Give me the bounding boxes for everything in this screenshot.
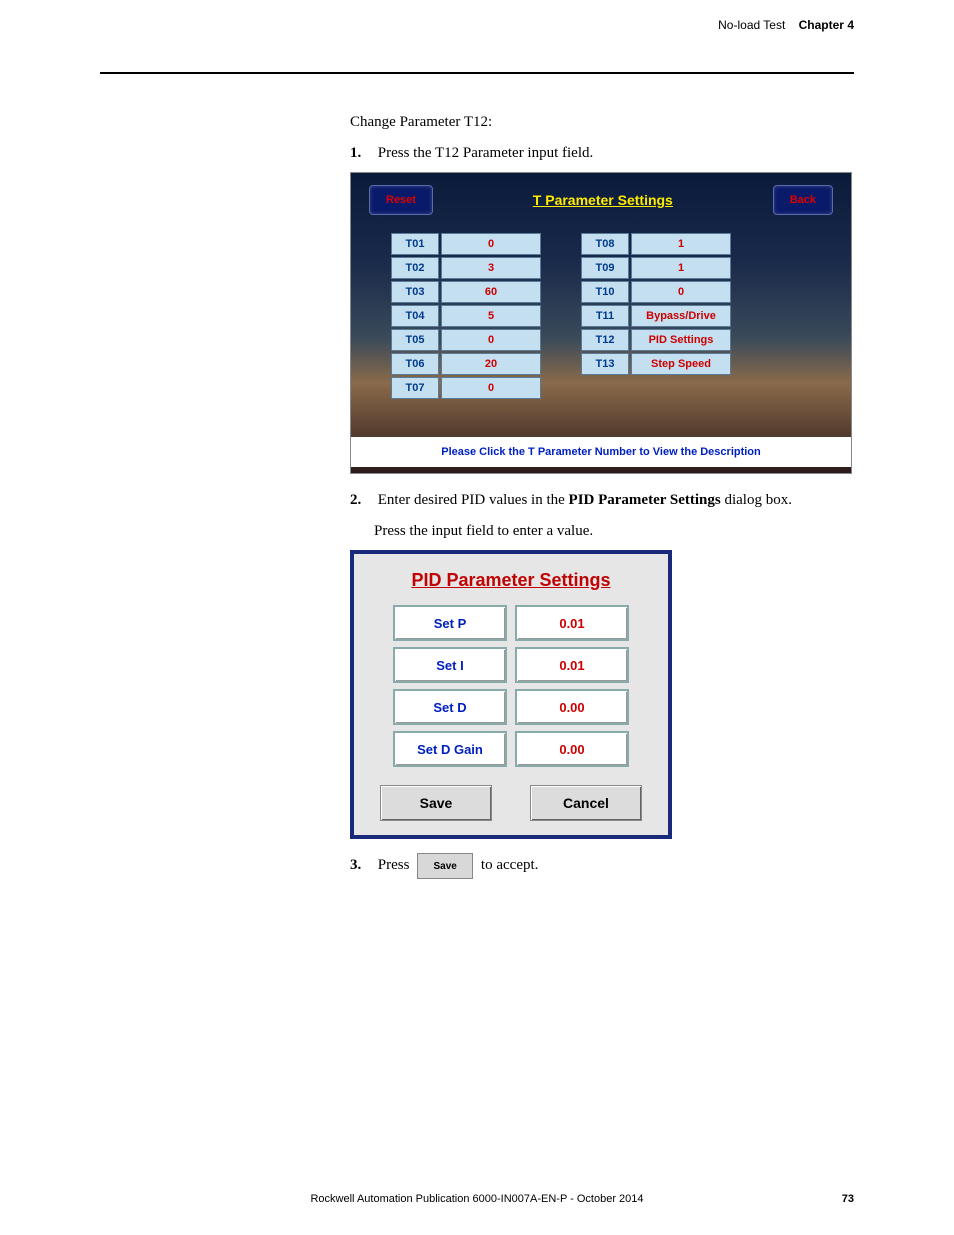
t-row-t06: T06 20 — [391, 353, 541, 375]
t12-label[interactable]: T12 — [581, 329, 629, 351]
t-row-t02: T02 3 — [391, 257, 541, 279]
step-1: 1. Press the T12 Parameter input field. … — [350, 145, 854, 474]
t07-label[interactable]: T07 — [391, 377, 439, 399]
t10-input[interactable]: 0 — [631, 281, 731, 303]
t07-input[interactable]: 0 — [441, 377, 541, 399]
t13-label[interactable]: T13 — [581, 353, 629, 375]
t04-input[interactable]: 5 — [441, 305, 541, 327]
t-row-t11: T11 Bypass/Drive — [581, 305, 731, 327]
t05-label[interactable]: T05 — [391, 329, 439, 351]
t-panel-title: T Parameter Settings — [533, 192, 673, 208]
t-parameter-panel: Reset T Parameter Settings Back T01 0 T0… — [350, 172, 852, 474]
t-parameter-grid: T01 0 T02 3 T03 60 — [391, 233, 731, 399]
set-dgain-input[interactable]: 0.00 — [515, 731, 629, 767]
t05-input[interactable]: 0 — [441, 329, 541, 351]
t11-input[interactable]: Bypass/Drive — [631, 305, 731, 327]
pid-cancel-button[interactable]: Cancel — [530, 785, 642, 821]
step-3-text: Press Save to accept. — [378, 857, 539, 873]
t06-label[interactable]: T06 — [391, 353, 439, 375]
set-dgain-button[interactable]: Set D Gain — [393, 731, 507, 767]
header-section: No-load Test — [718, 18, 785, 32]
set-d-input[interactable]: 0.00 — [515, 689, 629, 725]
t-row-t03: T03 60 — [391, 281, 541, 303]
footer-publication: Rockwell Automation Publication 6000-IN0… — [100, 1193, 854, 1205]
inline-save-button[interactable]: Save — [417, 853, 473, 879]
t08-label[interactable]: T08 — [581, 233, 629, 255]
t-row-t12: T12 PID Settings — [581, 329, 731, 351]
set-p-input[interactable]: 0.01 — [515, 605, 629, 641]
pid-row-d: Set D 0.00 — [374, 689, 648, 725]
t-row-t10: T10 0 — [581, 281, 731, 303]
t01-input[interactable]: 0 — [441, 233, 541, 255]
t11-label[interactable]: T11 — [581, 305, 629, 327]
t13-input[interactable]: Step Speed — [631, 353, 731, 375]
pid-row-i: Set I 0.01 — [374, 647, 648, 683]
reset-button[interactable]: Reset — [369, 185, 433, 215]
t10-label[interactable]: T10 — [581, 281, 629, 303]
t12-input[interactable]: PID Settings — [631, 329, 731, 351]
t09-input[interactable]: 1 — [631, 257, 731, 279]
back-button[interactable]: Back — [773, 185, 833, 215]
t-row-t04: T04 5 — [391, 305, 541, 327]
t-panel-hint: Please Click the T Parameter Number to V… — [351, 437, 851, 467]
t01-label[interactable]: T01 — [391, 233, 439, 255]
step-2-number: 2. — [350, 492, 374, 509]
step-1-number: 1. — [350, 145, 374, 162]
pid-save-button[interactable]: Save — [380, 785, 492, 821]
t-row-t05: T05 0 — [391, 329, 541, 351]
step-1-text: Press the T12 Parameter input field. — [378, 145, 594, 161]
t-row-t13: T13 Step Speed — [581, 353, 731, 375]
page-footer: Rockwell Automation Publication 6000-IN0… — [100, 1193, 854, 1205]
t08-input[interactable]: 1 — [631, 233, 731, 255]
step-2-subtext: Press the input field to enter a value. — [374, 523, 854, 540]
pid-row-p: Set P 0.01 — [374, 605, 648, 641]
step-2: 2. Enter desired PID values in the PID P… — [350, 492, 854, 839]
step-2-text: Enter desired PID values in the PID Para… — [378, 492, 792, 508]
t-row-t08: T08 1 — [581, 233, 731, 255]
set-d-button[interactable]: Set D — [393, 689, 507, 725]
t03-input[interactable]: 60 — [441, 281, 541, 303]
t-row-t01: T01 0 — [391, 233, 541, 255]
t02-input[interactable]: 3 — [441, 257, 541, 279]
set-i-button[interactable]: Set I — [393, 647, 507, 683]
header-rule — [100, 72, 854, 74]
pid-settings-dialog: PID Parameter Settings Set P 0.01 Set I … — [350, 550, 672, 839]
set-p-button[interactable]: Set P — [393, 605, 507, 641]
t04-label[interactable]: T04 — [391, 305, 439, 327]
running-header: No-load Test Chapter 4 — [100, 18, 854, 32]
pid-row-dgain: Set D Gain 0.00 — [374, 731, 648, 767]
t09-label[interactable]: T09 — [581, 257, 629, 279]
t06-input[interactable]: 20 — [441, 353, 541, 375]
set-i-input[interactable]: 0.01 — [515, 647, 629, 683]
step-3: 3. Press Save to accept. — [350, 853, 854, 879]
pid-dialog-title: PID Parameter Settings — [374, 570, 648, 591]
intro-paragraph: Change Parameter T12: — [350, 114, 854, 131]
t03-label[interactable]: T03 — [391, 281, 439, 303]
t02-label[interactable]: T02 — [391, 257, 439, 279]
t-row-t07: T07 0 — [391, 377, 541, 399]
header-chapter: Chapter 4 — [799, 18, 854, 32]
step-3-number: 3. — [350, 857, 374, 874]
t-row-t09: T09 1 — [581, 257, 731, 279]
